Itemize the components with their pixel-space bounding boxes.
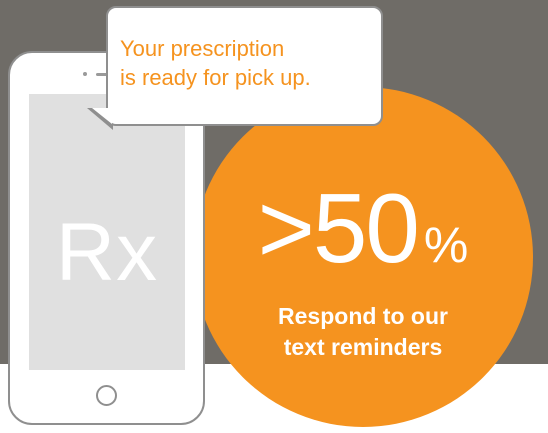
- rx-label: Rx: [55, 207, 159, 298]
- phone-camera-dot: [83, 72, 87, 76]
- speech-bubble-tail-fill: [92, 108, 112, 124]
- stat-caption-line2: text reminders: [283, 334, 443, 360]
- speech-bubble: Your prescription is ready for pick up.: [106, 6, 383, 126]
- infographic: >50% Respond to our text reminders Rx Yo…: [0, 0, 548, 433]
- stat-caption-line1: Respond to our: [278, 303, 448, 329]
- bubble-line2: is ready for pick up.: [120, 65, 311, 90]
- stat-number: >50: [257, 173, 420, 283]
- phone-screen: Rx: [29, 94, 185, 370]
- stat-caption: Respond to our text reminders: [193, 301, 533, 363]
- stat-percent: %: [423, 217, 469, 273]
- bubble-line1: Your prescription: [120, 36, 285, 61]
- home-button-icon: [96, 385, 117, 406]
- stat-value: >50%: [193, 179, 533, 277]
- stat-circle: >50% Respond to our text reminders: [193, 87, 533, 427]
- bubble-message: Your prescription is ready for pick up.: [120, 34, 375, 92]
